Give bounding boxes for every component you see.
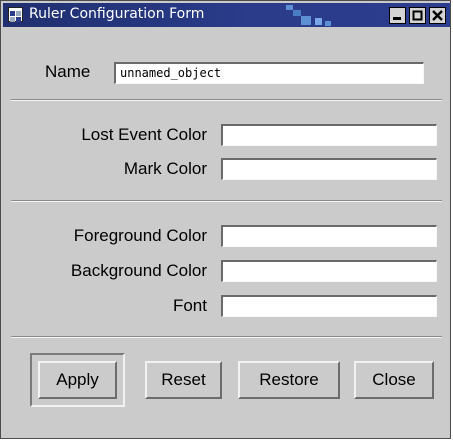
font-label: Font [172,296,207,315]
section-divider [11,200,442,202]
window-title: Ruler Configuration Form [29,6,205,22]
title-bar[interactable]: Ruler Configuration Form [3,3,450,27]
app-icon[interactable] [8,7,23,22]
background-color-field[interactable] [221,260,437,282]
name-label: Name [45,62,91,81]
title-decoration [315,18,322,25]
apply-button[interactable]: Apply [38,361,117,399]
name-field[interactable]: unnamed_object [114,62,424,84]
minimize-icon[interactable] [389,7,406,24]
section-divider [11,99,442,101]
maximize-icon[interactable] [409,7,426,24]
close-icon[interactable] [429,7,446,24]
title-decoration [293,10,301,16]
title-decoration [325,21,331,26]
foreground-color-label: Foreground Color [73,226,207,245]
title-decoration [301,16,311,25]
lost-event-color-field[interactable] [221,124,437,146]
ruler-configuration-window: Ruler Configuration Form Name unnamed_ob… [0,0,451,439]
background-color-label: Background Color [70,261,207,280]
reset-button[interactable]: Reset [145,361,222,399]
section-divider [11,336,442,338]
mark-color-label: Mark Color [123,159,207,178]
title-decoration [286,5,293,10]
lost-event-color-label: Lost Event Color [81,125,207,144]
foreground-color-field[interactable] [221,225,437,247]
mark-color-field[interactable] [221,158,437,180]
font-field[interactable] [221,295,437,317]
restore-button[interactable]: Restore [238,361,340,399]
close-button[interactable]: Close [354,361,434,399]
